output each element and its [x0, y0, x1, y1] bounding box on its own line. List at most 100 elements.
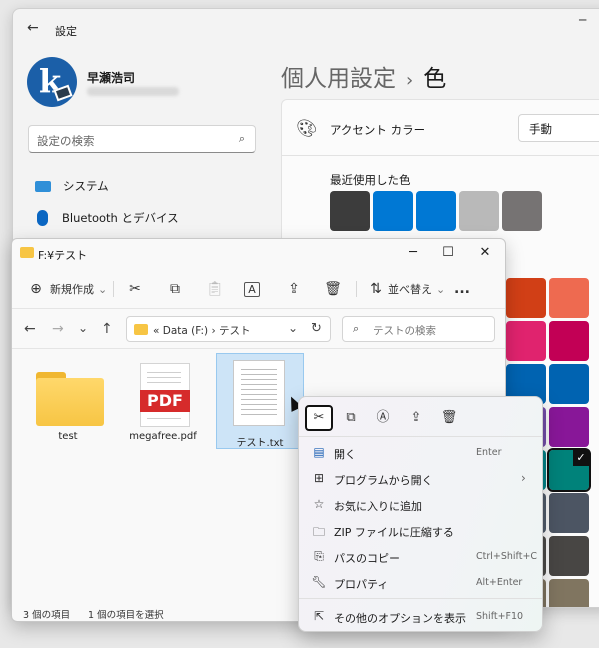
accent-color-swatch[interactable] [549, 278, 589, 318]
explorer-search-input[interactable]: ⌕ テストの検索 [342, 316, 495, 342]
open-icon: ▤ [313, 445, 325, 459]
accent-color-row: 🎨︎ アクセント カラー 手動 [282, 100, 599, 156]
settings-title: 設定 [55, 25, 77, 38]
accent-color-value: 手動 [529, 122, 552, 136]
address-path: « Data (F:) › テスト [153, 325, 251, 337]
menu-item-zip[interactable]: 🗀︎ ZIP ファイルに圧縮する [299, 518, 542, 544]
pdf-badge: PDF [140, 390, 190, 412]
chevron-down-icon: ⌄ [98, 282, 108, 296]
menu-item-label: プロパティ [334, 578, 389, 591]
cut-button[interactable]: ✂ [125, 277, 145, 301]
minimize-icon[interactable]: ─ [579, 13, 586, 27]
accent-color-swatch[interactable] [549, 407, 589, 447]
avatar: k [27, 57, 77, 107]
accent-color-swatch[interactable] [549, 493, 589, 533]
cut-icon: ✂ [129, 281, 141, 297]
copy-button[interactable]: ⧉ [165, 277, 185, 301]
recent-color-swatch[interactable] [502, 191, 542, 231]
menu-divider [299, 598, 542, 599]
sort-button[interactable]: ⇅ 並べ替え ⌄ [366, 277, 445, 301]
recent-colors-label: 最近使用した色 [330, 173, 411, 187]
search-icon: ⌕ [238, 132, 245, 145]
status-selection: 1 個の項目を選択 [88, 610, 164, 621]
file-item-folder[interactable]: test [25, 357, 111, 453]
accent-color-label: アクセント カラー [330, 123, 426, 137]
text-file-icon [233, 360, 285, 426]
close-icon[interactable]: ✕ [470, 243, 500, 263]
system-icon [35, 180, 51, 192]
accent-color-swatch[interactable] [506, 321, 546, 361]
menu-item-shortcut: Enter [476, 447, 502, 458]
accent-color-swatch[interactable] [549, 364, 589, 404]
back-arrow-icon[interactable]: ← [27, 20, 39, 36]
accent-color-swatch[interactable] [549, 579, 589, 607]
share-icon[interactable]: ⇪ [402, 405, 430, 431]
recent-color-swatch[interactable] [330, 191, 370, 231]
folder-icon [36, 372, 104, 426]
folder-icon [134, 324, 148, 335]
refresh-icon[interactable]: ↻ [311, 321, 322, 336]
explorer-titlebar: F:¥テスト ─ ☐ ✕ [12, 239, 505, 269]
accent-color-select[interactable]: 手動 [518, 114, 599, 142]
recent-locations-icon[interactable]: ⌄ [78, 321, 88, 335]
breadcrumb[interactable]: 個人用設定 [281, 66, 396, 92]
cut-icon[interactable]: ✂ [305, 405, 333, 431]
copy-icon[interactable]: ⧉ [337, 405, 365, 431]
recent-color-swatch[interactable] [459, 191, 499, 231]
menu-item-label: パスのコピー [334, 552, 400, 565]
delete-icon: 🗑︎ [324, 281, 342, 297]
chevron-down-icon[interactable]: ⌄ [288, 321, 298, 335]
more-options-icon: ⇱ [313, 609, 325, 623]
up-icon[interactable]: ↑ [101, 321, 113, 337]
address-bar[interactable]: « Data (F:) › テスト ⌄ ↻ [126, 316, 331, 342]
file-name: テスト.txt [236, 438, 284, 449]
rename-icon[interactable]: Ⓐ [369, 405, 397, 431]
page-title-text: 色 [423, 66, 447, 92]
user-email-blurred [87, 87, 179, 96]
menu-item-more-options[interactable]: ⇱ その他のオプションを表示 Shift+F10 [299, 604, 542, 630]
rename-button[interactable]: A [244, 277, 260, 301]
accent-color-swatch[interactable] [549, 321, 589, 361]
sidebar-item-system[interactable]: システム [35, 174, 109, 198]
toolbar-divider [356, 281, 357, 297]
menu-item-label: プログラムから開く [334, 474, 433, 487]
recent-color-swatch[interactable] [416, 191, 456, 231]
palette-icon: 🎨︎ [296, 119, 318, 139]
chevron-down-icon: ⌄ [436, 282, 446, 296]
menu-item-properties[interactable]: 🔧︎ プロパティ Alt+Enter [299, 570, 542, 596]
open-with-icon: ⊞ [313, 471, 325, 485]
bluetooth-icon [37, 210, 48, 226]
context-menu: ✂ ⧉ Ⓐ ⇪ 🗑︎ ▤ 開く Enter ⊞ プログラムから開く › ☆ お気… [298, 396, 543, 632]
menu-item-copy-path[interactable]: ⎘ パスのコピー Ctrl+Shift+C [299, 544, 542, 570]
delete-button[interactable]: 🗑︎ [323, 277, 343, 301]
more-button[interactable]: ... [454, 277, 470, 301]
maximize-icon[interactable]: ☐ [433, 243, 463, 263]
accent-color-swatch[interactable] [549, 536, 589, 576]
menu-item-favorite[interactable]: ☆ お気に入りに追加 [299, 492, 542, 518]
new-button[interactable]: ⊕ 新規作成 ⌄ [26, 277, 107, 301]
menu-item-label: 開く [334, 448, 356, 461]
menu-item-open-with[interactable]: ⊞ プログラムから開く › [299, 466, 542, 492]
paste-button[interactable]: 📋︎ [205, 277, 225, 301]
share-button[interactable]: ⇪ [284, 277, 304, 301]
forward-icon[interactable]: → [52, 321, 64, 337]
explorer-title: F:¥テスト [38, 249, 88, 262]
copy-icon: ⧉ [170, 281, 180, 297]
share-icon: ⇪ [288, 281, 300, 297]
sort-icon: ⇅ [370, 281, 382, 297]
accent-color-swatch[interactable] [506, 278, 546, 318]
settings-search-input[interactable]: 設定の検索 ⌕ [28, 125, 256, 153]
sidebar-item-bluetooth[interactable]: Bluetooth とデバイス [35, 206, 179, 230]
accent-color-swatch[interactable]: ✓ [547, 448, 591, 492]
address-row: ← → ⌄ ↑ « Data (F:) › テスト ⌄ ↻ ⌕ テストの検索 [12, 311, 505, 349]
search-placeholder: テストの検索 [373, 325, 436, 337]
properties-icon: 🔧︎ [311, 575, 327, 589]
file-item-pdf[interactable]: PDF megafree.pdf [120, 357, 206, 453]
minimize-icon[interactable]: ─ [398, 243, 428, 263]
recent-color-swatch[interactable] [373, 191, 413, 231]
back-icon[interactable]: ← [24, 321, 36, 337]
user-name: 早瀬浩司 [87, 71, 136, 85]
delete-icon[interactable]: 🗑︎ [435, 405, 463, 431]
menu-item-open[interactable]: ▤ 開く Enter [299, 440, 542, 466]
folder-icon [20, 247, 34, 258]
